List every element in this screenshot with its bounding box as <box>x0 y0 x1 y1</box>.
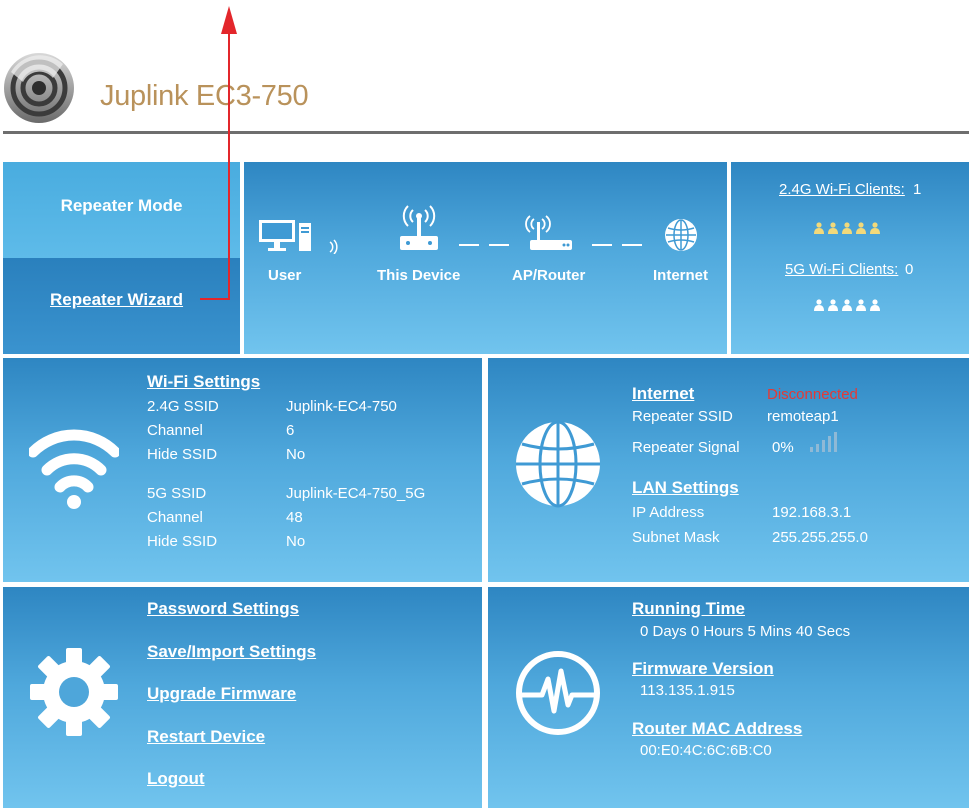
wifi-settings-link[interactable]: Wi-Fi Settings <box>147 372 260 392</box>
channel-5g-label: Channel <box>147 509 203 526</box>
lan-settings-link[interactable]: LAN Settings <box>632 478 739 498</box>
mode-label: Repeater Mode <box>60 196 183 215</box>
topology-router-label: AP/Router <box>512 267 586 284</box>
activity-monitor-icon <box>516 651 600 735</box>
repeater-device-icon <box>400 205 438 250</box>
running-time-value: 0 Days 0 Hours 5 Mins 40 Secs <box>640 623 851 640</box>
globe-large-icon <box>516 420 600 508</box>
repeater-wizard-link[interactable]: Repeater Wizard <box>50 290 183 310</box>
connection-dash <box>459 244 479 246</box>
clients-5g-count: 0 <box>905 261 914 278</box>
internet-lan-panel: Internet Disconnected Repeater SSID remo… <box>488 358 969 582</box>
repeater-ssid-value: remoteap1 <box>767 408 839 425</box>
internet-status: Disconnected <box>767 386 858 403</box>
signal-bars-icon <box>810 432 837 452</box>
wifi-icon <box>29 429 119 509</box>
hide-ssid-5g-value: No <box>286 533 306 550</box>
client-person-icon <box>814 299 824 311</box>
client-person-icon <box>856 222 866 234</box>
logout-link[interactable]: Logout <box>147 769 205 789</box>
ip-address-label: IP Address <box>632 504 705 521</box>
upgrade-firmware-link[interactable]: Upgrade Firmware <box>147 684 296 704</box>
topology-device-label: This Device <box>377 267 461 284</box>
client-person-icon <box>870 299 880 311</box>
annotation-arrow-horizontal <box>200 298 230 300</box>
wireless-signal-icon <box>329 239 338 254</box>
gear-icon <box>30 648 118 736</box>
clients-5g-link[interactable]: 5G Wi-Fi Clients: <box>785 261 898 278</box>
internet-link[interactable]: Internet <box>632 384 694 404</box>
clients-24g-count: 1 <box>913 181 922 198</box>
ssid-24g-value: Juplink-EC4-750 <box>286 398 397 415</box>
clients-24g-link[interactable]: 2.4G Wi-Fi Clients: <box>779 181 905 198</box>
channel-24g-label: Channel <box>147 422 203 439</box>
running-time-link[interactable]: Running Time <box>632 599 745 619</box>
repeater-signal-label: Repeater Signal <box>632 439 740 456</box>
connection-dash <box>622 244 642 246</box>
save-import-settings-link[interactable]: Save/Import Settings <box>147 642 316 662</box>
client-person-icon <box>842 299 852 311</box>
subnet-mask-value: 255.255.255.0 <box>772 529 868 546</box>
clients-24g-icons <box>813 222 881 234</box>
clients-5g-icons <box>813 299 881 311</box>
system-settings-panel: Password Settings Save/Import Settings U… <box>3 587 482 808</box>
router-icon <box>525 215 572 250</box>
wifi-clients-panel: 2.4G Wi-Fi Clients: 1 5G Wi-Fi Clients: … <box>731 162 969 354</box>
router-mac-address-value: 00:E0:4C:6C:6B:C0 <box>640 742 772 759</box>
restart-device-link[interactable]: Restart Device <box>147 727 265 747</box>
router-mac-address-link[interactable]: Router MAC Address <box>632 719 802 739</box>
firmware-version-link[interactable]: Firmware Version <box>632 659 774 679</box>
topology-internet-label: Internet <box>653 267 709 284</box>
repeater-ssid-label: Repeater SSID <box>632 408 733 425</box>
header-divider <box>3 131 969 134</box>
globe-icon <box>665 219 697 251</box>
annotation-arrow-head-icon <box>221 6 237 34</box>
ssid-5g-value: Juplink-EC4-750_5G <box>286 485 426 502</box>
client-person-icon <box>814 222 824 234</box>
password-settings-link[interactable]: Password Settings <box>147 599 299 619</box>
subnet-mask-label: Subnet Mask <box>632 529 720 546</box>
client-person-icon <box>828 222 838 234</box>
wifi-settings-panel: Wi-Fi Settings 2.4G SSID Juplink-EC4-750… <box>3 358 482 582</box>
client-person-icon <box>828 299 838 311</box>
repeater-wizard-tile[interactable]: Repeater Wizard <box>3 258 240 354</box>
brand-title: Juplink EC3-750 <box>100 80 309 112</box>
repeater-mode-tile: Repeater Mode <box>3 162 240 258</box>
topology-user-label: User <box>268 267 302 284</box>
hide-ssid-5g-label: Hide SSID <box>147 533 218 550</box>
repeater-signal-value: 0% <box>772 439 794 456</box>
ssid-24g-label: 2.4G SSID <box>147 398 219 415</box>
client-person-icon <box>842 222 852 234</box>
device-status-panel: Running Time 0 Days 0 Hours 5 Mins 40 Se… <box>488 587 969 808</box>
channel-24g-value: 6 <box>286 422 295 439</box>
hide-ssid-24g-value: No <box>286 446 306 463</box>
connection-dash <box>489 244 509 246</box>
network-topology-panel: User This Device AP/Router Internet <box>244 162 727 354</box>
hide-ssid-24g-label: Hide SSID <box>147 446 218 463</box>
firmware-version-value: 113.135.1.915 <box>640 682 735 699</box>
client-person-icon <box>870 222 880 234</box>
ssid-5g-label: 5G SSID <box>147 485 207 502</box>
channel-5g-value: 48 <box>286 509 303 526</box>
juplink-logo-icon <box>4 53 74 123</box>
client-person-icon <box>856 299 866 311</box>
ip-address-value: 192.168.3.1 <box>772 504 852 521</box>
annotation-arrow-vertical <box>228 30 230 300</box>
computer-icon <box>259 220 311 251</box>
connection-dash <box>592 244 612 246</box>
